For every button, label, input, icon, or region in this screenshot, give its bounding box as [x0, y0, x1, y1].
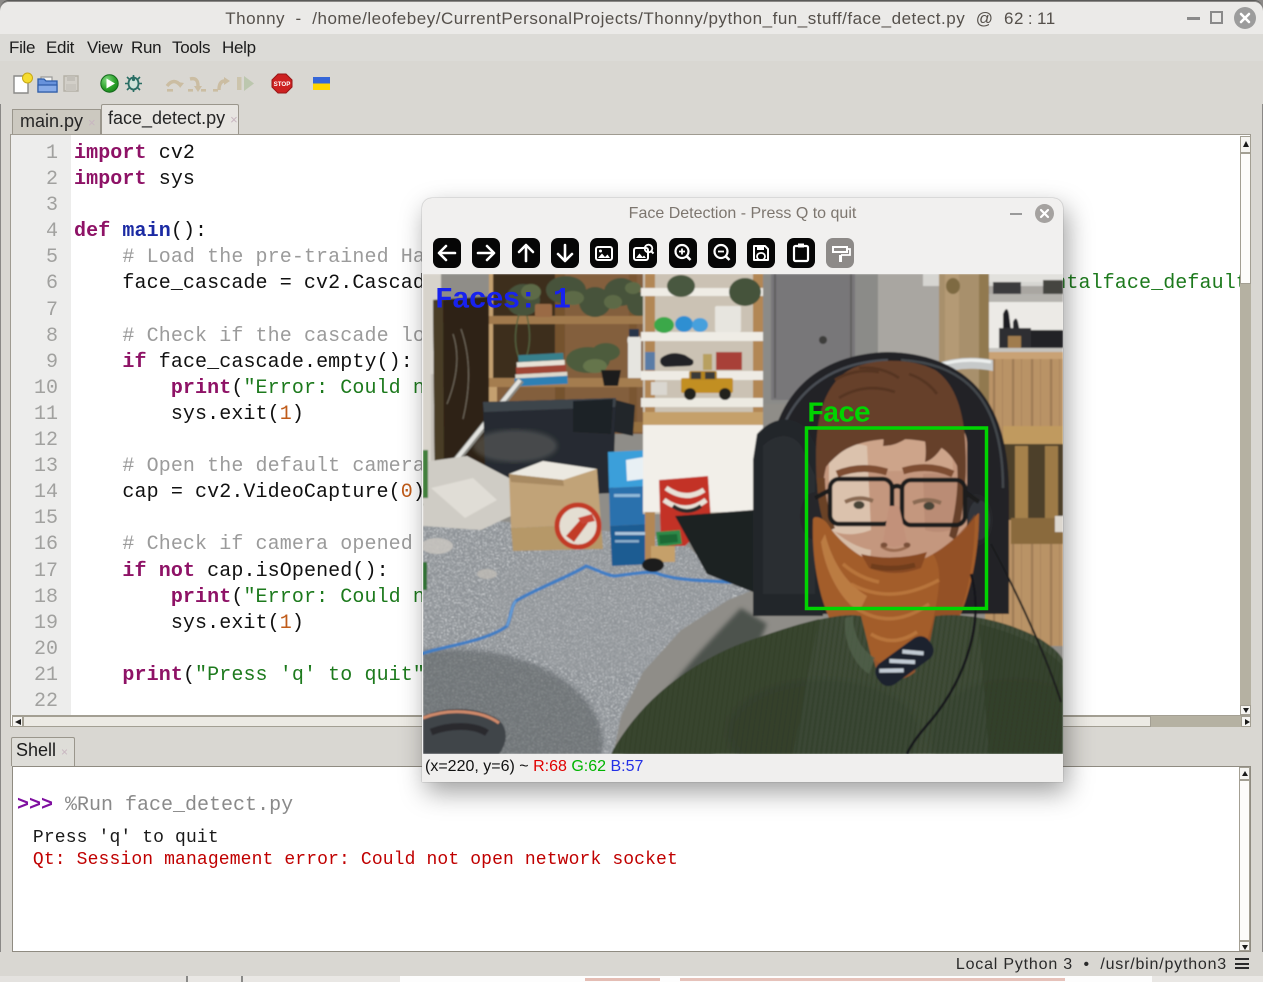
svg-text:STOP: STOP: [274, 81, 291, 88]
svg-text:Face: Face: [807, 398, 871, 431]
svg-text:Faces: 1: Faces: 1: [435, 284, 571, 318]
